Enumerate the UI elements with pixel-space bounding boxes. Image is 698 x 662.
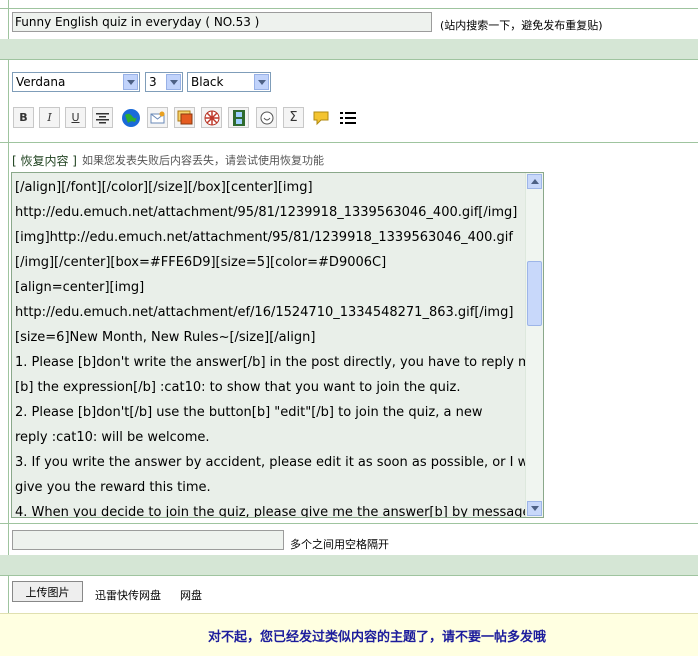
editor-scrollbar[interactable]	[525, 173, 543, 517]
divider	[0, 575, 698, 576]
editor-line: http://edu.emuch.net/attachment/ef/16/15…	[15, 305, 514, 320]
video-icon	[232, 109, 245, 126]
editor-line: 2. Please [b]don't[/b] use the button[b]…	[15, 405, 483, 420]
editor-line: reply :cat10: will be welcome.	[15, 430, 210, 445]
editor-line: http://edu.emuch.net/attachment/95/81/12…	[15, 205, 518, 220]
align-center-button[interactable]	[92, 107, 113, 128]
insert-video-button[interactable]	[228, 107, 249, 128]
insert-email-button[interactable]	[147, 107, 168, 128]
duplicate-post-alert: 对不起，您已经发过类似内容的主题了，请不要一帖多发哦	[208, 630, 547, 645]
editor-line: [align=center][img]	[15, 280, 145, 295]
post-title-input[interactable]: Funny English quiz in everyday ( NO.53 )	[12, 12, 432, 32]
recover-content-link[interactable]: [ 恢复内容 ]	[12, 152, 77, 169]
globe-link-icon	[121, 108, 140, 127]
editor-line: [/img][/center][box=#FFE6D9][size=5][col…	[15, 255, 387, 270]
insert-formula-button[interactable]: Σ	[283, 107, 304, 128]
bold-button[interactable]: B	[13, 107, 34, 128]
list-icon	[339, 111, 356, 124]
post-content-editor[interactable]: [/align][/font][/color][/size][/box][cen…	[11, 172, 544, 518]
bold-icon: B	[19, 111, 28, 124]
insert-image-button[interactable]	[174, 107, 195, 128]
scroll-down-icon[interactable]	[527, 501, 542, 516]
divider	[0, 142, 698, 143]
editor-line: give you the reward this time.	[15, 480, 211, 495]
editor-line: 4. When you decide to join the quiz, ple…	[15, 505, 544, 518]
divider	[0, 523, 698, 524]
editor-line: 3. If you write the answer by accident, …	[15, 455, 544, 470]
flash-icon	[204, 110, 219, 125]
tags-input[interactable]	[12, 530, 284, 550]
quote-icon	[313, 111, 328, 125]
email-icon	[150, 111, 164, 123]
underline-button[interactable]: U	[65, 107, 86, 128]
font-size-select[interactable]: 3	[145, 72, 183, 92]
chevron-down-icon	[166, 74, 181, 90]
editor-line: [size=6]New Month, New Rules~[/size][/al…	[15, 330, 316, 345]
scroll-up-icon[interactable]	[527, 174, 542, 189]
insert-smiley-button[interactable]	[256, 107, 277, 128]
font-color-select[interactable]: Black	[187, 72, 271, 92]
scroll-thumb[interactable]	[527, 261, 542, 326]
editor-line: [b] the expression[/b] :cat10: to show t…	[15, 380, 461, 395]
smiley-icon	[260, 111, 273, 124]
align-center-icon	[96, 112, 109, 123]
chevron-down-icon	[123, 74, 138, 90]
font-family-value: Verdana	[16, 75, 66, 89]
underline-icon: U	[71, 111, 80, 124]
italic-icon: I	[47, 111, 52, 124]
section-band	[0, 39, 698, 59]
font-color-value: Black	[191, 75, 224, 89]
xunlei-disk-link[interactable]: 迅雷快传网盘	[95, 587, 161, 603]
insert-quote-button[interactable]	[310, 107, 331, 128]
insert-link-button[interactable]	[120, 107, 141, 128]
tags-hint: 多个之间用空格隔开	[290, 538, 389, 551]
left-border	[8, 0, 9, 613]
editor-content: [/align][/font][/color][/size][/box][cen…	[15, 175, 544, 518]
insert-flash-button[interactable]	[201, 107, 222, 128]
insert-list-button[interactable]	[337, 107, 358, 128]
divider	[0, 8, 698, 9]
editor-line: [/align][/font][/color][/size][/box][cen…	[15, 180, 313, 195]
section-band	[0, 555, 698, 575]
italic-button[interactable]: I	[39, 107, 60, 128]
post-title-hint: (站内搜索一下，避免发布重复贴)	[440, 19, 603, 32]
divider	[0, 59, 698, 60]
sigma-icon: Σ	[289, 110, 298, 125]
font-size-value: 3	[149, 75, 157, 89]
image-icon	[177, 110, 192, 125]
recover-tip: 如果您发表失败后内容丢失，请尝试使用恢复功能	[82, 154, 324, 167]
font-family-select[interactable]: Verdana	[12, 72, 140, 92]
cloud-disk-link[interactable]: 网盘	[180, 587, 202, 603]
editor-line: [img]http://edu.emuch.net/attachment/95/…	[15, 230, 513, 245]
editor-line: 1. Please [b]don't write the answer[/b] …	[15, 355, 539, 370]
upload-image-button[interactable]: 上传图片	[12, 581, 83, 602]
chevron-down-icon	[254, 74, 269, 90]
